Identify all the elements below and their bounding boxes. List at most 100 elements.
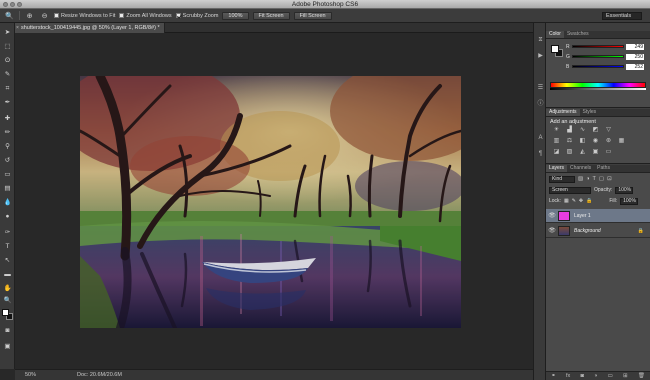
lasso-tool-icon[interactable]: ʘ [3, 57, 12, 65]
fill-field[interactable]: 100% [620, 197, 639, 205]
new-adjustment-layer-icon[interactable]: ◑ [594, 373, 597, 379]
crop-tool-icon[interactable]: ⌗ [3, 85, 12, 93]
workspace-select[interactable]: Essentials [602, 12, 642, 20]
green-track[interactable] [572, 55, 624, 58]
levels-icon[interactable]: ▟ [565, 127, 574, 134]
exposure-icon[interactable]: ◩ [591, 127, 600, 134]
zoom-100-button[interactable]: 100% [222, 11, 249, 20]
layer-row-background[interactable]: 👁 Background 🔒 [546, 224, 650, 238]
link-layers-icon[interactable]: ⚭ [551, 373, 556, 379]
eraser-tool-icon[interactable]: ▭ [3, 171, 12, 179]
posterize-icon[interactable]: ▨ [565, 149, 574, 156]
character-panel-icon[interactable]: A [537, 135, 544, 142]
document-tab[interactable]: × shutterstock_100419445.jpg @ 50% (Laye… [15, 23, 165, 33]
visibility-eye-icon[interactable]: 👁 [546, 212, 558, 219]
foreground-background-colors[interactable] [2, 309, 13, 320]
color-balance-icon[interactable]: ⚖ [565, 138, 574, 145]
visibility-eye-icon[interactable]: 👁 [546, 227, 558, 234]
zoom-out-icon[interactable]: ⊖ [39, 11, 50, 21]
hue-saturation-icon[interactable]: ▥ [552, 138, 561, 145]
brush-tool-icon[interactable]: ✏ [3, 129, 12, 137]
curves-icon[interactable]: ∿ [578, 127, 587, 134]
gradient-tool-icon[interactable]: ▤ [3, 185, 12, 193]
fill-screen-button[interactable]: Fill Screen [293, 11, 332, 20]
zoom-tool-preset-icon[interactable]: 🔍 [4, 11, 15, 21]
black-white-icon[interactable]: ◧ [578, 138, 587, 145]
red-track[interactable] [572, 45, 624, 48]
type-tool-icon[interactable]: T [3, 243, 12, 251]
vibrance-icon[interactable]: ▽ [604, 127, 613, 134]
brightness-contrast-icon[interactable]: ☀ [552, 127, 561, 134]
greyscale-ramp[interactable] [550, 88, 646, 90]
filter-kind-select[interactable]: Kind [549, 175, 575, 183]
gradient-map-icon[interactable]: ▭ [604, 149, 613, 156]
red-slider[interactable]: R 249 [566, 43, 648, 50]
history-panel-icon[interactable]: ⧖ [537, 37, 544, 44]
filter-pixel-icon[interactable]: ▨ [578, 176, 583, 182]
new-layer-icon[interactable]: ⊞ [623, 373, 628, 379]
hand-tool-icon[interactable]: ✋ [3, 285, 12, 293]
quick-mask-icon[interactable]: ◙ [3, 327, 12, 335]
history-brush-tool-icon[interactable]: ↺ [3, 157, 12, 165]
zoom-level[interactable]: 50% [25, 370, 36, 380]
green-value[interactable]: 250 [626, 53, 644, 60]
threshold-icon[interactable]: ◭ [578, 149, 587, 156]
resize-windows-checkbox[interactable]: Resize Windows to Fit [54, 13, 115, 19]
photo-filter-icon[interactable]: ◉ [591, 138, 600, 145]
document-size[interactable]: Doc: 20.6M/20.6M [77, 370, 122, 380]
filter-adjustment-icon[interactable]: ◑ [586, 176, 589, 182]
invert-icon[interactable]: ◪ [552, 149, 561, 156]
document-image[interactable] [80, 76, 461, 328]
blue-slider[interactable]: B 252 [566, 63, 648, 70]
tab-swatches[interactable]: Swatches [564, 31, 592, 38]
filter-smart-object-icon[interactable]: ⊡ [607, 176, 612, 182]
filter-type-icon[interactable]: T [593, 176, 596, 182]
dodge-tool-icon[interactable]: ● [3, 213, 12, 221]
lock-all-icon[interactable]: 🔒 [586, 198, 592, 204]
shape-tool-icon[interactable]: ▬ [3, 271, 12, 279]
new-group-icon[interactable]: ▭ [608, 373, 613, 379]
tab-layers[interactable]: Layers [546, 165, 568, 172]
scrubby-zoom-checkbox[interactable]: Scrubby Zoom [175, 13, 218, 19]
move-tool-icon[interactable]: ➤ [3, 29, 12, 37]
paragraph-panel-icon[interactable]: ¶ [537, 151, 544, 158]
zoom-in-icon[interactable]: ⊕ [24, 11, 35, 21]
clone-stamp-tool-icon[interactable]: ⚲ [3, 143, 12, 151]
layer-style-icon[interactable]: fx [566, 373, 570, 379]
green-slider[interactable]: G 250 [566, 53, 648, 60]
foreground-color-swatch[interactable] [2, 309, 9, 316]
selective-color-icon[interactable]: ▣ [591, 149, 600, 156]
screen-mode-icon[interactable]: ▣ [3, 343, 12, 351]
channel-mixer-icon[interactable]: ⊛ [604, 138, 613, 145]
close-tab-icon[interactable]: × [16, 23, 19, 33]
properties-panel-icon[interactable]: ☰ [537, 85, 544, 92]
eyedropper-tool-icon[interactable]: ✒ [3, 99, 12, 107]
filter-shape-icon[interactable]: ▢ [599, 176, 604, 182]
blur-tool-icon[interactable]: 💧 [3, 199, 12, 207]
path-selection-tool-icon[interactable]: ↖ [3, 257, 12, 265]
blue-track[interactable] [572, 65, 624, 68]
foreground-color-chip[interactable] [551, 45, 559, 53]
lock-transparent-icon[interactable]: ▦ [564, 198, 569, 204]
lock-pixels-icon[interactable]: ✎ [572, 198, 576, 204]
tab-paths[interactable]: Paths [594, 165, 613, 172]
healing-brush-tool-icon[interactable]: ✚ [3, 115, 12, 123]
lock-position-icon[interactable]: ✥ [579, 198, 583, 204]
red-value[interactable]: 249 [626, 43, 644, 50]
marquee-tool-icon[interactable]: ⬚ [3, 43, 12, 51]
layer-row-layer-1[interactable]: 👁 Layer 1 [546, 209, 650, 223]
tab-styles[interactable]: Styles [580, 109, 600, 116]
fit-screen-button[interactable]: Fit Screen [252, 11, 290, 20]
tab-color[interactable]: Color [546, 31, 564, 38]
quick-selection-tool-icon[interactable]: ✎ [3, 71, 12, 79]
tab-adjustments[interactable]: Adjustments [546, 109, 580, 116]
zoom-all-windows-checkbox[interactable]: Zoom All Windows [119, 13, 172, 19]
zoom-tool-icon[interactable]: 🔍 [3, 297, 12, 305]
color-lookup-icon[interactable]: ▦ [617, 138, 626, 145]
blend-mode-select[interactable]: Screen [549, 186, 591, 194]
actions-panel-icon[interactable]: ▶ [537, 53, 544, 60]
tab-channels[interactable]: Channels [567, 165, 594, 172]
opacity-field[interactable]: 100% [615, 186, 634, 194]
pen-tool-icon[interactable]: ✑ [3, 229, 12, 237]
delete-layer-icon[interactable]: 🗑 [638, 373, 645, 379]
